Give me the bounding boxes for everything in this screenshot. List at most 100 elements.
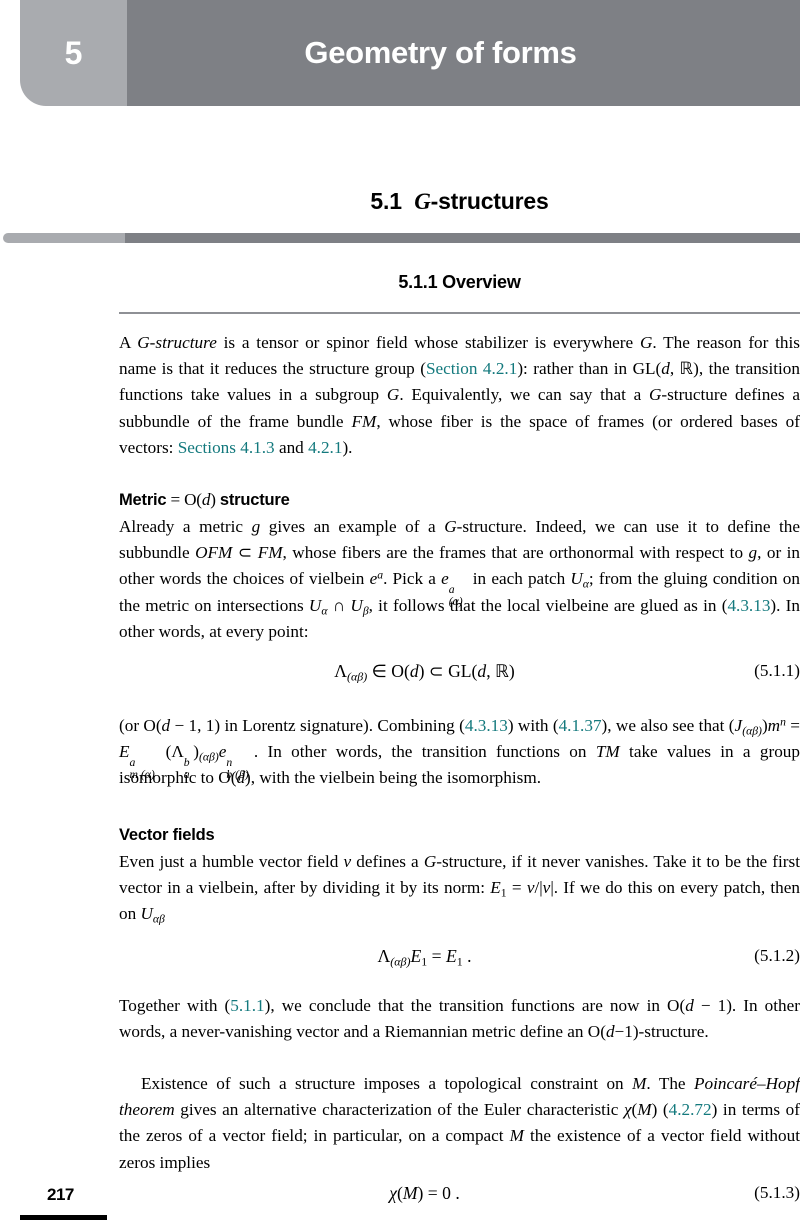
text-run: (or O( [119, 716, 162, 735]
math-run: U [350, 595, 363, 615]
text-run: = [506, 878, 527, 898]
equation-5-1-3: χ(M) = 0 . (5.1.3) [119, 1183, 800, 1204]
math-run: E [119, 742, 130, 762]
math-run: FM [257, 543, 283, 563]
text-run: ) with ( [507, 716, 559, 735]
section-title-math: G [414, 189, 431, 214]
text-run: gives an alternative characterization of… [174, 1100, 624, 1120]
cross-reference-link[interactable]: 4.2.1 [308, 438, 342, 457]
section-heading: 5.1 G-structures [119, 188, 800, 215]
math-run: d [477, 661, 487, 681]
paragraph-text: Already a metric g gives an example of a… [119, 514, 800, 645]
section-number: 5.1 [370, 188, 402, 214]
subheading-vector-fields-block: Vector fields [119, 822, 800, 848]
paragraph-lorentz: (or O(d − 1, 1) in Lorentz signature). C… [119, 713, 800, 792]
text-run: ), we conclude that the transition funct… [264, 996, 686, 1015]
section-rule-bar-light [3, 233, 125, 243]
text-run: , it follows that the local vielbeine ar… [368, 595, 728, 615]
subheading-metric: Metric = O(d) structure [119, 487, 800, 513]
text-run: . Pick a [383, 569, 442, 589]
cross-reference-link[interactable]: Sections 4.1.3 [178, 438, 275, 457]
math-run: FM [351, 411, 377, 431]
math-run: OFM [195, 543, 233, 563]
text-run: = [785, 716, 800, 735]
text-run: ), with the vielbein being the isomorphi… [245, 768, 541, 788]
math-run: M [509, 1126, 524, 1146]
cross-reference-link[interactable]: 4.1.37 [559, 716, 602, 735]
cross-reference-link[interactable]: 4.2.72 [669, 1100, 712, 1119]
text-run: is a tensor or spinor field whose stabil… [216, 333, 640, 352]
cross-reference-link[interactable]: Section 4.2.1 [426, 359, 517, 378]
math-run: g [251, 517, 261, 536]
text-run: . In other words, the transition functio… [253, 742, 596, 762]
text-run: ), we also see that ( [601, 716, 735, 735]
math-run: d [661, 359, 670, 379]
math-run: d [409, 661, 419, 681]
text-run: −1)-structure. [614, 1022, 709, 1042]
equation-number: (5.1.2) [754, 946, 800, 965]
subsection-heading: 5.1.1 Overview [398, 272, 521, 292]
math-run: g [748, 543, 758, 563]
math-run: d [685, 996, 694, 1015]
paragraph-poincare-hopf: Existence of such a structure imposes a … [119, 1071, 800, 1176]
subsection-rule [119, 312, 800, 314]
text-run: Existence of such a structure imposes a … [141, 1074, 633, 1093]
equation-5-1-2: Λ(αβ)E1 = E1 . (5.1.2) [119, 946, 800, 967]
math-subscript: (αβ) [346, 669, 368, 684]
text-run: , whose fibers are the frames that are o… [282, 543, 749, 563]
math-subscript: αβ [152, 912, 165, 926]
math-run: e [218, 742, 227, 762]
chapter-number: 5 [64, 34, 83, 71]
math-run: m [767, 716, 781, 735]
paragraph-text: (or O(d − 1, 1) in Lorentz signature). C… [119, 713, 800, 792]
text-run: and [274, 437, 309, 457]
math-run: TM [595, 742, 620, 762]
math-run: G [639, 333, 653, 352]
section-rule-bar [3, 233, 800, 243]
math-subscript: (αβ) [198, 750, 219, 764]
math-run: U [308, 595, 322, 615]
chapter-banner: 5 Geometry of forms [0, 0, 800, 106]
section-title-rest: -structures [430, 188, 549, 214]
equation-number: (5.1.1) [754, 661, 800, 680]
math-run: χ [389, 1183, 398, 1203]
equation-body: Λ(αβ)E1 = E1 . [119, 946, 800, 967]
text-run: ) ( [651, 1100, 669, 1120]
text-run: Even just a humble vector field [119, 852, 344, 871]
cross-reference-link[interactable]: 5.1.1 [230, 996, 264, 1015]
math-run: Λ [377, 946, 391, 966]
equation-body: Λ(αβ) ∈ O(d) ⊂ GL(d, ℝ) [119, 661, 800, 682]
math-subscript: (α) [448, 595, 463, 609]
math-run: ) = 0 . [417, 1183, 460, 1203]
text-run: ). [342, 437, 353, 457]
paragraph-metric: Already a metric g gives an example of a… [119, 514, 800, 645]
cross-reference-link[interactable]: 4.3.13 [727, 596, 770, 615]
equation-5-1-1: Λ(αβ) ∈ O(d) ⊂ GL(d, ℝ) (5.1.1) [119, 661, 800, 682]
math-run: G [444, 517, 457, 536]
math-subscript: b (β) [226, 768, 249, 782]
math-run: U [140, 904, 153, 924]
text-run: defines a [351, 852, 424, 871]
paragraph-together-with: Together with (5.1.1), we conclude that … [119, 993, 800, 1045]
math-run: M [637, 1100, 652, 1120]
math-run: . [462, 946, 472, 966]
math-run: , ℝ) [486, 661, 515, 681]
math-run: G [423, 852, 437, 871]
math-run: χ [623, 1100, 632, 1120]
subheading-vector-fields: Vector fields [119, 826, 215, 844]
text-run: − 1, 1) in Lorentz signature). Combining… [170, 716, 465, 735]
equation-number: (5.1.3) [754, 1183, 800, 1202]
paragraph-text: Even just a humble vector field v define… [119, 849, 800, 928]
math-subscript: m (α) [129, 768, 155, 782]
text-run: in each patch [467, 569, 571, 589]
cross-reference-link[interactable]: 4.3.13 [465, 716, 508, 735]
math-run: G [386, 385, 400, 405]
math-run: = [427, 946, 446, 966]
math-run: G [648, 385, 662, 405]
math-run: M [632, 1074, 647, 1093]
math-subscript: (αβ) [390, 954, 411, 969]
equation-body: χ(M) = 0 . [119, 1183, 800, 1204]
paragraph-overview: A G-structure is a tensor or spinor fiel… [119, 330, 800, 461]
subheading-math-var: d [201, 490, 211, 509]
text-run: Together with ( [119, 996, 231, 1015]
